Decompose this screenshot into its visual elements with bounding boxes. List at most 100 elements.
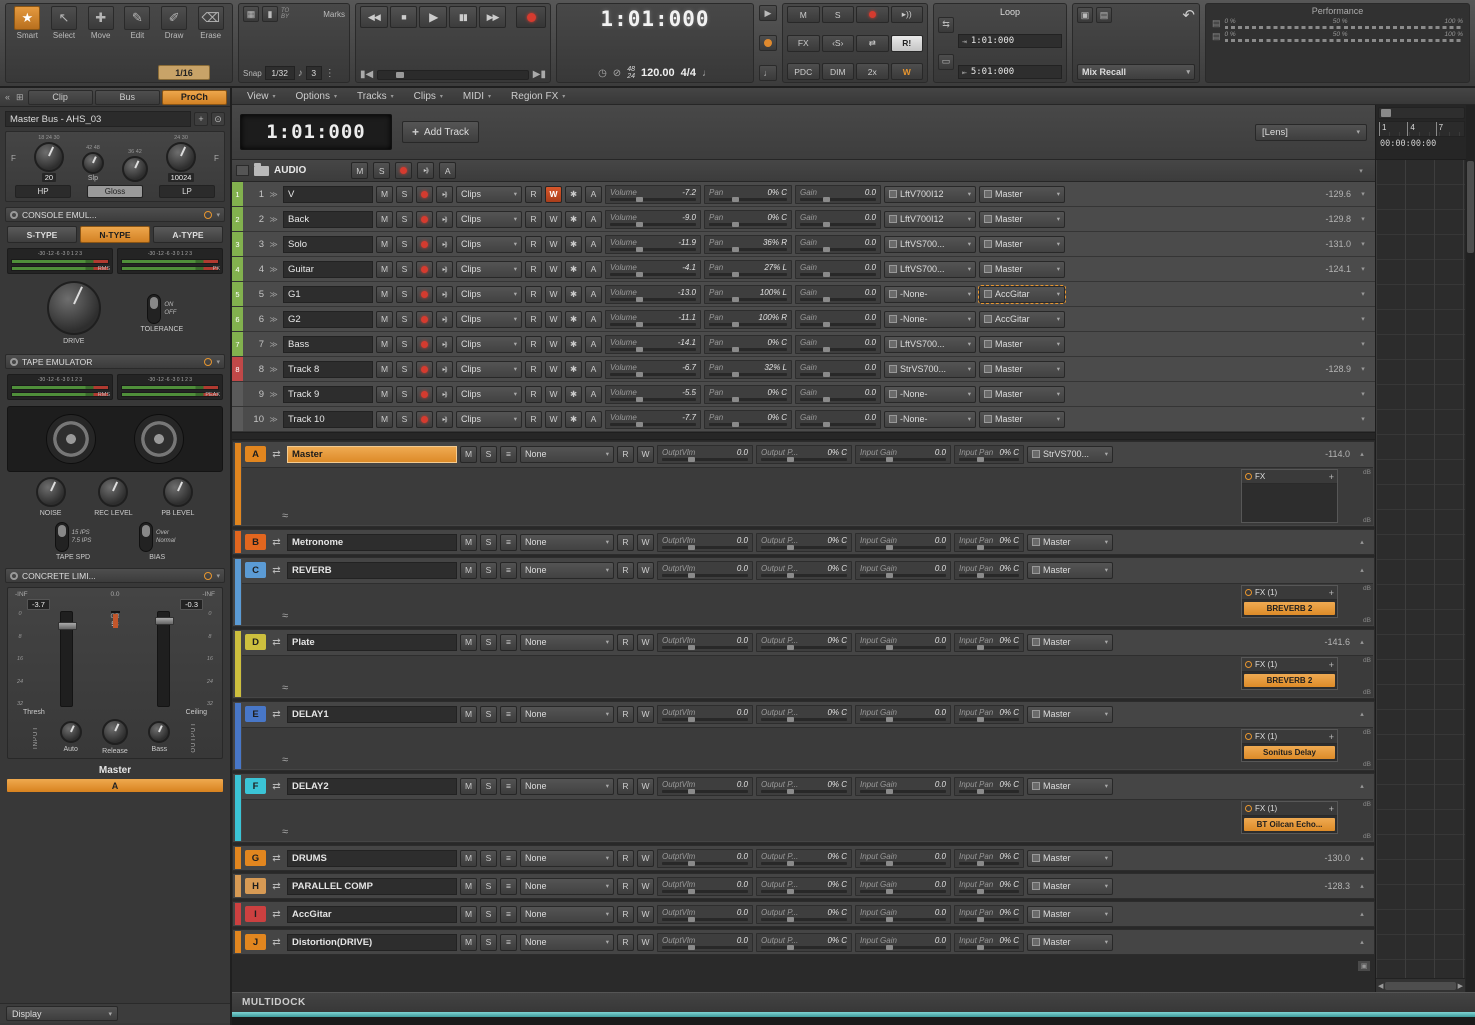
solo-button[interactable]: S: [396, 311, 413, 328]
automation-lane-icon[interactable]: ≈: [282, 510, 288, 522]
bus-output-select[interactable]: StrVS700...▾: [1027, 446, 1113, 463]
route-icon[interactable]: ⇄: [269, 709, 284, 720]
lp-freq-knob[interactable]: [166, 142, 196, 172]
collapse-chevron-icon[interactable]: ▾: [1353, 167, 1369, 175]
vertical-scrollbar[interactable]: [1466, 105, 1475, 992]
fx-power-icon[interactable]: [1245, 733, 1252, 740]
mute-all-button[interactable]: M: [787, 6, 820, 23]
pan-fader[interactable]: Pan0% C: [704, 335, 792, 354]
output-select[interactable]: Master▾: [979, 186, 1065, 203]
patch-point-button[interactable]: ≡: [500, 534, 517, 551]
input-echo-all-button[interactable]: ▸)): [891, 6, 924, 23]
output-pan-fader[interactable]: Output P...0% C: [756, 633, 852, 652]
pan-fader[interactable]: Pan27% L: [704, 260, 792, 279]
input-gain-fader[interactable]: Input Gain0.0: [855, 777, 951, 796]
automation-write-button[interactable]: W: [637, 562, 654, 579]
bus-name[interactable]: REVERB: [287, 562, 457, 579]
go-to-end-icon[interactable]: ▶▮: [533, 69, 546, 80]
expand-chevron-icon[interactable]: ▴: [1354, 938, 1370, 946]
track-row[interactable]: 7 7 ≫ Bass M S ▸)) Clips▾ R W ✱ A Volume…: [232, 332, 1375, 357]
volume-fader[interactable]: Volume-14.1: [605, 335, 701, 354]
add-fx-icon[interactable]: +: [1329, 804, 1334, 814]
route-icon[interactable]: ⇄: [269, 781, 284, 792]
output-volume-fader[interactable]: OutptVlm0.0: [657, 561, 753, 580]
snap-value-select[interactable]: 1/32: [265, 66, 295, 80]
patch-point-button[interactable]: ≡: [500, 850, 517, 867]
pan-fader[interactable]: Pan36% R: [704, 235, 792, 254]
automation-read-button[interactable]: R: [617, 906, 634, 923]
solo-button[interactable]: S: [396, 361, 413, 378]
bus-output-select[interactable]: Master▾: [1027, 906, 1113, 923]
volume-fader[interactable]: Volume-13.0: [605, 285, 701, 304]
snap-note-icon[interactable]: ♪: [298, 68, 303, 79]
route-icon[interactable]: ⇄: [269, 537, 284, 548]
hp-slope-knob[interactable]: [82, 152, 104, 174]
patch-point-select[interactable]: None▾: [520, 878, 614, 895]
bus-row[interactable]: G ⇄ DRUMS M S ≡ None▾ R W OutptVlm0.0 Ou…: [232, 845, 1375, 871]
volume-fader[interactable]: Volume-11.1: [605, 310, 701, 329]
output-select[interactable]: Master▾: [979, 386, 1065, 403]
output-select[interactable]: Master▾: [979, 361, 1065, 378]
auto-release-knob[interactable]: [60, 721, 82, 743]
pan-fader[interactable]: Pan32% L: [704, 360, 792, 379]
chevron-down-icon[interactable]: ▾: [216, 358, 220, 366]
multidock-bar[interactable]: MULTIDOCK: [232, 992, 1475, 1012]
automation-write-button[interactable]: W: [637, 778, 654, 795]
mute-button[interactable]: M: [460, 634, 477, 651]
mute-button[interactable]: M: [376, 311, 393, 328]
edit-filter-select[interactable]: Clips▾: [456, 236, 522, 253]
track-name[interactable]: V: [283, 186, 373, 203]
record-arm-button[interactable]: [416, 361, 433, 378]
clock-icon[interactable]: ◷: [598, 68, 607, 79]
patch-point-select[interactable]: None▾: [520, 446, 614, 463]
tempo-display[interactable]: 120.00: [641, 67, 675, 79]
expand-chevron-icon[interactable]: ▴: [1354, 566, 1370, 574]
mute-button[interactable]: M: [460, 446, 477, 463]
input-select[interactable]: LftVS700...▾: [884, 236, 976, 253]
stop-button[interactable]: ■: [390, 6, 418, 28]
tool-resolution-select[interactable]: 1/16: [158, 65, 210, 80]
record-arm-button[interactable]: [416, 336, 433, 353]
automation-read-button[interactable]: R: [617, 446, 634, 463]
record-arm-button[interactable]: [416, 411, 433, 428]
tool-move[interactable]: ✚Move: [83, 6, 118, 40]
edit-filter-select[interactable]: Clips▾: [456, 386, 522, 403]
fx-plugin-item[interactable]: BREVERB 2: [1244, 602, 1335, 615]
bus-select-bar[interactable]: A: [7, 779, 223, 792]
expand-chevron-icon[interactable]: ▴: [1354, 538, 1370, 546]
console-emulator-header[interactable]: CONSOLE EMUL... ▾: [5, 207, 225, 222]
input-select[interactable]: -None-▾: [884, 311, 976, 328]
output-select[interactable]: AccGitar▾: [979, 311, 1065, 328]
archive-button[interactable]: A: [585, 361, 602, 378]
automation-write-button[interactable]: W: [637, 934, 654, 951]
archive-button[interactable]: A: [585, 411, 602, 428]
edit-filter-select[interactable]: Clips▾: [456, 336, 522, 353]
timeline-ruler[interactable]: 1 4 7: [1378, 121, 1465, 137]
power-icon[interactable]: ⊙: [211, 112, 225, 126]
ceiling-slider[interactable]: [157, 611, 170, 707]
mute-button[interactable]: M: [376, 361, 393, 378]
bass-knob[interactable]: [148, 721, 170, 743]
audio-mute-icon[interactable]: ⊘: [613, 68, 621, 79]
mute-button[interactable]: M: [460, 934, 477, 951]
bus-name[interactable]: PARALLEL COMP: [287, 878, 457, 895]
expand-chevron-icon[interactable]: ▾: [1355, 190, 1371, 198]
input-pan-fader[interactable]: Input Pan0% C: [954, 777, 1024, 796]
bus-row[interactable]: I ⇄ AccGitar M S ≡ None▾ R W OutptVlm0.0…: [232, 901, 1375, 927]
menu-midi[interactable]: MIDI▾: [454, 88, 500, 104]
fx-bypass-button[interactable]: ✱: [565, 236, 582, 253]
input-echo-button[interactable]: ▸)): [436, 311, 453, 328]
input-echo-button[interactable]: ▸)): [436, 236, 453, 253]
pane-splitter[interactable]: [232, 432, 1375, 440]
shuffle-icon-button[interactable]: ⇄: [856, 35, 889, 52]
track-name[interactable]: Guitar: [283, 261, 373, 278]
fx-plugin-item[interactable]: Sonitus Delay: [1244, 746, 1335, 759]
archive-button[interactable]: A: [585, 186, 602, 203]
automation-read-button[interactable]: R: [525, 386, 542, 403]
input-pan-fader[interactable]: Input Pan0% C: [954, 849, 1024, 868]
output-volume-fader[interactable]: OutptVlm0.0: [657, 849, 753, 868]
track-name[interactable]: Track 9: [283, 386, 373, 403]
fx-bypass-button[interactable]: ✱: [565, 386, 582, 403]
output-select[interactable]: Master▾: [979, 236, 1065, 253]
tab-bus[interactable]: Bus: [95, 90, 160, 105]
